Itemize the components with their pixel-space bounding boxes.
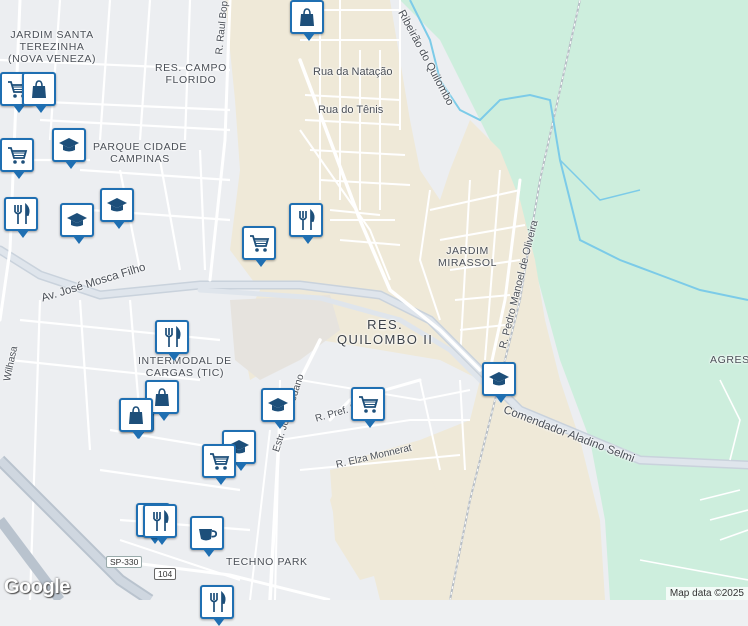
pin-restaurant-techno-2[interactable]	[143, 504, 177, 545]
area-label-parque-cidade-campinas: PARQUE CIDADE CAMPINAS	[93, 141, 187, 165]
area-label-res-campo-florido: RES. CAMPO FLORIDO	[155, 62, 227, 86]
pin-school-sedano[interactable]	[261, 388, 295, 429]
area-label-jardim-santa-terezinha: JARDIM SANTA TEREZINHA (NOVA VENEZA)	[8, 29, 96, 65]
pin-shopping-top[interactable]	[290, 0, 324, 41]
area-label-jardim-mirassol: JARDIM MIRASSOL	[438, 245, 497, 269]
area-line: QUILOMBO II	[337, 331, 434, 347]
area-line: (NOVA VENEZA)	[8, 53, 97, 66]
area-line: INTERMODAL DE	[138, 355, 232, 367]
google-logo: Google	[4, 576, 70, 598]
map-base-layer	[0, 0, 748, 605]
area-line: RES. CAMPO	[155, 62, 227, 74]
pin-cafe-techno[interactable]	[190, 516, 224, 557]
pin-bag-tic-2[interactable]	[119, 398, 153, 439]
pin-cart-center[interactable]	[242, 226, 276, 267]
area-line: JARDIM SANTA	[10, 29, 94, 41]
pin-school-left-1[interactable]	[52, 128, 86, 169]
area-line: CAMPINAS	[110, 153, 170, 166]
highway-shield-sp330: SP-330	[106, 556, 143, 568]
area-line: TECHNO PARK	[226, 556, 308, 568]
pin-school-mirassol[interactable]	[482, 362, 516, 403]
area-label-agrest: AGREST	[710, 354, 748, 366]
area-label-terminal-cargas: INTERMODAL DE CARGAS (TIC)	[138, 355, 232, 379]
pin-bag-left-1[interactable]	[22, 72, 56, 113]
area-label-res-quilombo-ii: RES. QUILOMBO II	[337, 317, 434, 348]
area-line: JARDIM	[446, 245, 489, 257]
map-attribution[interactable]: Map data ©2025	[665, 587, 748, 600]
pin-cart-daniel[interactable]	[351, 387, 385, 428]
area-line: RES.	[367, 317, 404, 332]
area-line: AGREST	[710, 354, 748, 366]
area-line: MIRASSOL	[438, 257, 498, 270]
area-line: FLORIDO	[165, 74, 217, 87]
area-line: CARGAS (TIC)	[145, 367, 225, 380]
pin-school-left-3[interactable]	[100, 188, 134, 229]
pin-school-left-2[interactable]	[60, 203, 94, 244]
highway-shield-104: 104	[154, 568, 177, 580]
pin-cart-elza[interactable]	[202, 444, 236, 485]
pin-cart-left-2[interactable]	[0, 138, 34, 179]
pin-restaurant-left[interactable]	[4, 197, 38, 238]
map-canvas[interactable]: JARDIM SANTA TEREZINHA (NOVA VENEZA) RES…	[0, 0, 748, 626]
area-line: TEREZINHA	[19, 41, 85, 54]
pin-restaurant-tic[interactable]	[155, 320, 189, 361]
pin-restaurant-bottom[interactable]	[200, 585, 234, 626]
pin-restaurant-center[interactable]	[289, 203, 323, 244]
road-label-natacao: Rua da Natação	[313, 66, 393, 78]
area-line: PARQUE CIDADE	[93, 141, 187, 153]
road-label-tenis: Rua do Tênis	[318, 104, 384, 116]
area-label-techno-park: TECHNO PARK	[226, 556, 308, 568]
